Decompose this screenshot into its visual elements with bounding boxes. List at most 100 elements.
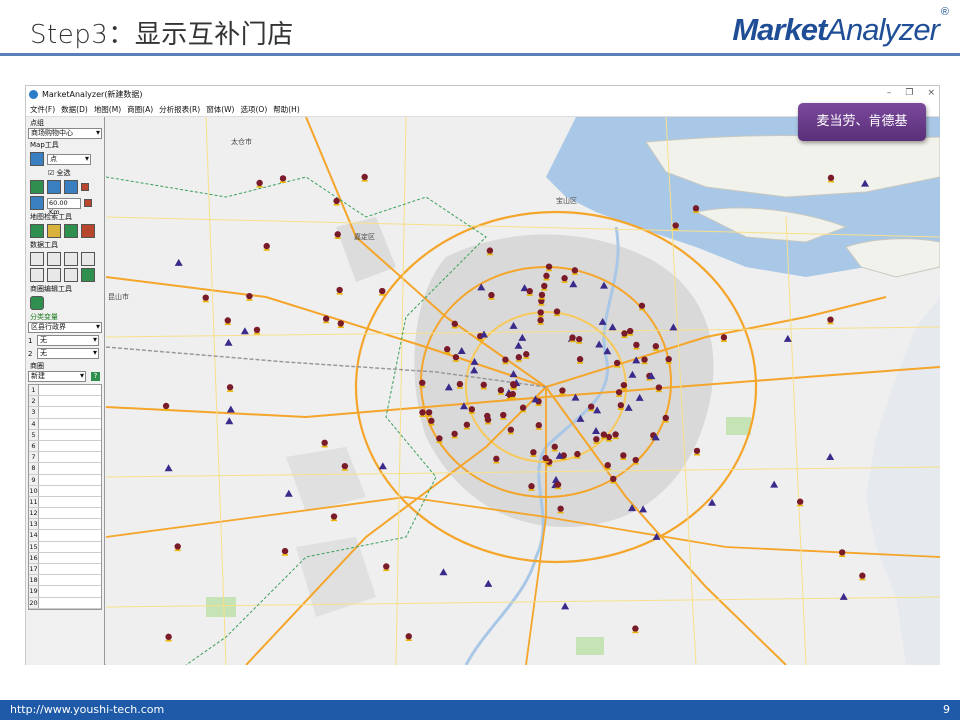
- trade-area-select[interactable]: 新建: [28, 371, 86, 382]
- trade-area-row[interactable]: 20: [29, 597, 101, 609]
- store-marker-base: [593, 442, 600, 444]
- trade-area-row[interactable]: 9: [29, 474, 101, 486]
- row-number: 13: [29, 519, 39, 530]
- trade-area-row[interactable]: 10: [29, 485, 101, 497]
- data-tool-2-icon[interactable]: [47, 252, 61, 266]
- row-number: 5: [29, 429, 39, 440]
- select-all-checkbox[interactable]: ☑ 全选: [48, 168, 71, 178]
- menu-trade-area[interactable]: 商圈(A): [127, 104, 153, 115]
- mcdonalds-marker: [507, 426, 515, 433]
- trade-area-row[interactable]: 3: [29, 407, 101, 419]
- store-marker-base: [610, 481, 617, 484]
- store-marker-base: [720, 340, 727, 342]
- data-tool-3-icon[interactable]: [64, 252, 78, 266]
- distance-input[interactable]: 60.00 Km: [47, 197, 81, 216]
- pan-hand-icon[interactable]: [30, 180, 44, 194]
- trade-area-row[interactable]: 13: [29, 519, 101, 531]
- trade-area-row[interactable]: 19: [29, 586, 101, 598]
- menu-window[interactable]: 窗体(W): [206, 104, 234, 115]
- maximize-button[interactable]: ❐: [905, 88, 913, 98]
- trade-area-row[interactable]: 6: [29, 440, 101, 453]
- trade-area-row[interactable]: 15: [29, 541, 101, 553]
- trade-area-row[interactable]: 5: [29, 429, 101, 441]
- trade-area-row[interactable]: 2: [29, 396, 101, 408]
- store-marker-base: [827, 322, 834, 325]
- store-marker-base: [227, 390, 234, 392]
- pointer-icon[interactable]: [30, 196, 44, 210]
- trade-area-row[interactable]: 11: [29, 496, 101, 509]
- store-marker-base: [419, 385, 426, 388]
- trade-area-row[interactable]: 7: [29, 452, 101, 464]
- row-number: 16: [29, 552, 39, 563]
- data-tool-8-icon[interactable]: [81, 268, 95, 282]
- minimize-button[interactable]: –: [887, 88, 892, 98]
- mcdonalds-marker: [796, 498, 804, 505]
- data-tool-7-icon[interactable]: [64, 268, 78, 282]
- trade-area-row[interactable]: 18: [29, 575, 101, 587]
- trade-area-row[interactable]: 8: [29, 463, 101, 475]
- point-group-select[interactable]: 商场购物中心: [28, 128, 102, 139]
- mcdonalds-marker: [428, 417, 435, 425]
- select-rect-icon[interactable]: [47, 180, 61, 194]
- menu-help[interactable]: 帮助(H): [273, 104, 300, 115]
- kfc-marker: [826, 452, 835, 460]
- menu-map[interactable]: 地图(M): [94, 104, 121, 115]
- map-search-tool-3-icon[interactable]: [64, 224, 78, 238]
- select-all-label: 全选: [56, 169, 71, 177]
- map-tool-type-select[interactable]: 点: [47, 153, 91, 165]
- kfc-marker: [174, 258, 183, 266]
- store-marker-base: [361, 180, 368, 182]
- row-number: 4: [29, 418, 39, 429]
- close-button[interactable]: ×: [927, 88, 935, 98]
- map-search-tool-1-icon[interactable]: [30, 224, 44, 238]
- trade-area-row[interactable]: 12: [29, 508, 101, 520]
- var2-select[interactable]: 无: [37, 348, 99, 359]
- map-canvas[interactable]: 太仓市 宝山区 嘉定区 昆山市: [106, 117, 940, 665]
- mcdonalds-marker: [279, 175, 287, 182]
- data-tool-6-icon[interactable]: [47, 268, 61, 282]
- trade-area-row[interactable]: 16: [29, 552, 101, 564]
- mcdonalds-marker: [486, 247, 494, 254]
- kfc-marker: [284, 489, 293, 497]
- menu-data[interactable]: 数据(D): [61, 104, 88, 115]
- trade-area-row[interactable]: 14: [29, 530, 101, 542]
- mcdonalds-marker: [620, 381, 628, 389]
- store-marker-base: [617, 408, 624, 410]
- classify-select[interactable]: 区县行政界: [28, 322, 102, 333]
- trade-area-row[interactable]: 1: [29, 385, 101, 397]
- red-marker-icon[interactable]: [81, 183, 89, 191]
- store-marker-base: [554, 314, 561, 317]
- trade-area-edit-icon[interactable]: [30, 296, 44, 310]
- classify-label: 分类变量: [30, 313, 58, 321]
- zoom-icon[interactable]: [30, 152, 44, 166]
- menu-file[interactable]: 文件(F): [30, 104, 55, 115]
- row-number: 7: [29, 452, 39, 463]
- trade-area-row[interactable]: 4: [29, 418, 101, 430]
- menu-options[interactable]: 选项(O): [240, 104, 267, 115]
- menu-report[interactable]: 分析报表(R): [159, 104, 200, 115]
- data-tool-1-icon[interactable]: [30, 252, 44, 266]
- store-marker-base: [665, 362, 672, 364]
- mcdonalds-marker: [383, 563, 390, 570]
- row-number: 12: [29, 508, 39, 519]
- mcdonalds-marker: [322, 315, 330, 322]
- store-marker-base: [638, 308, 645, 311]
- map-search-tool-4-icon[interactable]: [81, 224, 95, 238]
- trade-area-row[interactable]: 17: [29, 564, 101, 576]
- help-icon[interactable]: ?: [91, 372, 100, 381]
- row-number: 3: [29, 407, 39, 418]
- mcdonalds-marker: [561, 275, 568, 282]
- data-tool-5-icon[interactable]: [30, 268, 44, 282]
- store-marker-base: [569, 340, 576, 343]
- mcdonalds-marker: [575, 335, 583, 343]
- mcdonalds-marker: [484, 416, 492, 423]
- kfc-marker: [839, 592, 848, 600]
- map-tools-label: Map工具: [30, 141, 59, 149]
- measure-icon[interactable]: [64, 180, 78, 194]
- data-tools-label: 数据工具: [30, 241, 58, 249]
- kfc-marker: [439, 568, 448, 576]
- map-search-tool-2-icon[interactable]: [47, 224, 61, 238]
- red-marker-icon-2[interactable]: [84, 199, 92, 207]
- var1-select[interactable]: 无: [37, 335, 99, 346]
- data-tool-4-icon[interactable]: [81, 252, 95, 266]
